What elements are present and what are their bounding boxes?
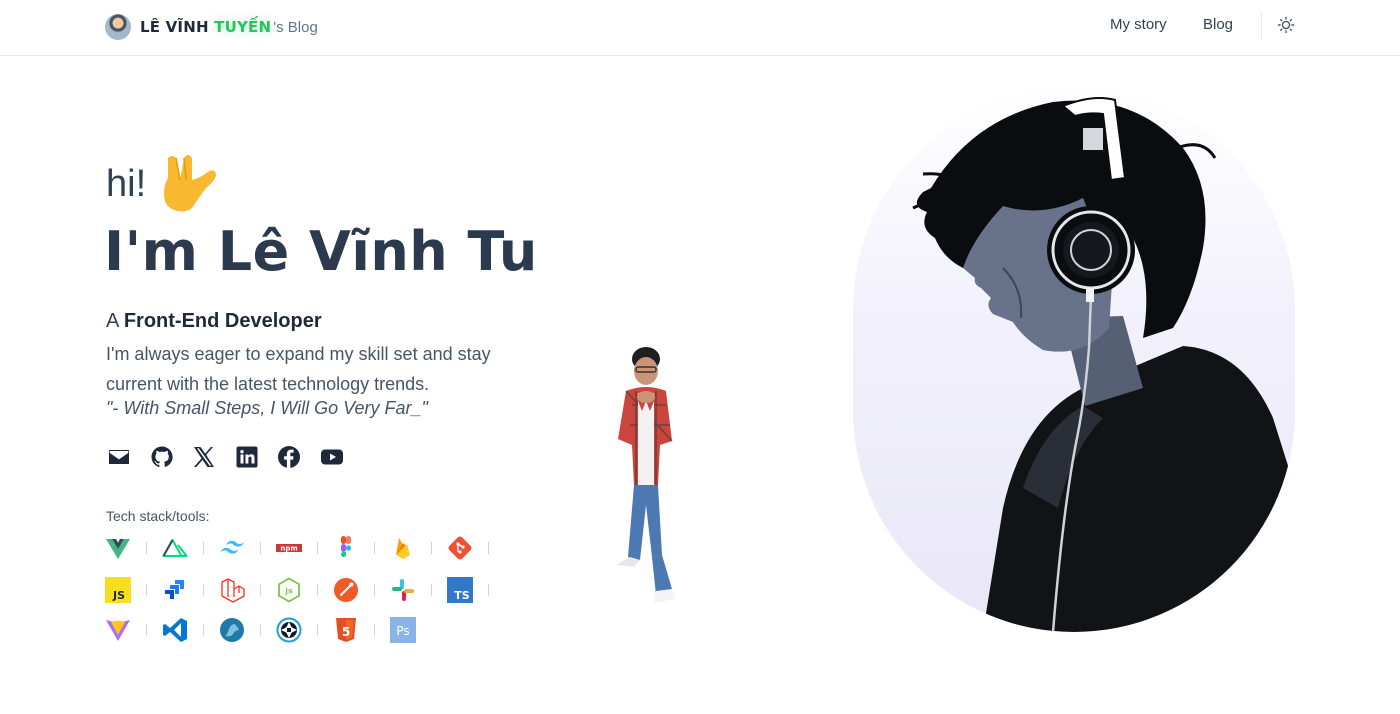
- character-figure: [616, 347, 676, 603]
- tech-row-1: npm: [105, 535, 504, 561]
- nav-my-story[interactable]: My story: [1110, 16, 1167, 36]
- npm-icon: npm: [276, 535, 302, 561]
- html5-icon: 5: [333, 617, 359, 643]
- linkedin-link[interactable]: [234, 444, 260, 470]
- slack-icon: [390, 577, 416, 603]
- svg-text:Ps: Ps: [396, 624, 409, 638]
- vue-icon: [105, 535, 131, 561]
- javascript-icon: JS: [105, 577, 131, 603]
- nuxt-icon: [162, 535, 188, 561]
- tech-row-2: JS js TS: [105, 577, 504, 603]
- tailwind-icon: [219, 535, 245, 561]
- x-icon: [194, 447, 214, 467]
- role-line: A Front-End Developer: [106, 310, 322, 332]
- profile-portrait: [853, 88, 1295, 632]
- photoshop-icon: Ps: [390, 617, 416, 643]
- svg-text:npm: npm: [280, 545, 297, 553]
- nodejs-icon: js: [276, 577, 302, 603]
- bio-text: I'm always eager to expand my skill set …: [106, 344, 491, 394]
- typescript-icon: TS: [447, 577, 473, 603]
- vite-icon: [105, 617, 131, 643]
- vscode-icon: [162, 617, 188, 643]
- site-header: LÊ VĨNH TUYẾN 's Blog My story Blog: [0, 0, 1400, 56]
- call-me-hand-icon: [164, 155, 216, 212]
- brand-name: LÊ VĨNH TUYẾN: [140, 18, 272, 36]
- svg-text:TS: TS: [454, 589, 470, 602]
- brand-link[interactable]: LÊ VĨNH TUYẾN 's Blog: [105, 14, 318, 40]
- x-link[interactable]: [191, 444, 217, 470]
- svg-text:js: js: [284, 587, 293, 596]
- mail-icon: [109, 450, 129, 464]
- figma-icon: [333, 535, 359, 561]
- aperture-icon: [276, 617, 302, 643]
- sun-icon: [1277, 16, 1295, 34]
- role-title: Front-End Developer: [123, 310, 322, 332]
- page-title: I'm Lê Vĩnh Tu: [104, 220, 538, 283]
- svg-text:5: 5: [342, 625, 350, 639]
- portrait-illustration: [912, 97, 1295, 632]
- tech-stack-label: Tech stack/tools:: [106, 508, 210, 524]
- mail-link[interactable]: [106, 444, 132, 470]
- nav-blog[interactable]: Blog: [1203, 16, 1233, 36]
- svg-text:JS: JS: [112, 589, 125, 602]
- greeting: hi!: [106, 163, 147, 205]
- github-icon: [151, 446, 173, 468]
- avatar: [105, 14, 131, 40]
- brand-highlight: TUYẾN: [214, 18, 272, 36]
- brand-suffix: 's Blog: [273, 18, 318, 36]
- social-links: [106, 444, 361, 470]
- linkedin-icon: [236, 446, 257, 468]
- postman-icon: [333, 577, 359, 603]
- mariadb-icon: [219, 617, 245, 643]
- git-icon: [447, 535, 473, 561]
- github-link[interactable]: [149, 444, 175, 470]
- jira-icon: [162, 577, 188, 603]
- youtube-icon: [320, 449, 343, 465]
- quote-text: "- With Small Steps, I Will Go Very Far_…: [106, 398, 428, 418]
- youtube-link[interactable]: [319, 444, 345, 470]
- firebase-icon: [390, 535, 416, 561]
- nav-divider: [1261, 13, 1262, 39]
- tech-row-3: 5 Ps: [105, 617, 416, 643]
- theme-toggle-button[interactable]: [1276, 15, 1296, 35]
- facebook-icon: [278, 446, 300, 468]
- laravel-icon: [219, 577, 245, 603]
- facebook-link[interactable]: [276, 444, 302, 470]
